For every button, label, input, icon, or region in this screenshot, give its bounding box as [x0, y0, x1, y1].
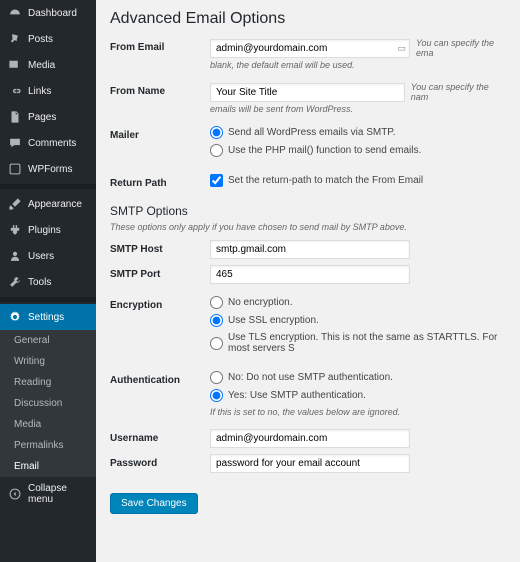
page-title: Advanced Email Options — [110, 10, 506, 28]
media-icon — [8, 58, 22, 72]
brush-icon — [8, 197, 22, 211]
auth-label: Authentication — [110, 371, 210, 386]
sidebar-item-settings[interactable]: Settings — [0, 304, 96, 330]
encryption-opt2: Use SSL encryption. — [228, 315, 319, 326]
mailer-opt1: Send all WordPress emails via SMTP. — [228, 127, 395, 138]
mailer-smtp-radio[interactable] — [210, 126, 223, 139]
sidebar-label: Dashboard — [28, 8, 77, 19]
link-icon — [8, 84, 22, 98]
sidebar-label: Settings — [28, 312, 64, 323]
encryption-ssl-radio[interactable] — [210, 314, 223, 327]
encryption-label: Encryption — [110, 296, 210, 311]
mailer-label: Mailer — [110, 126, 210, 141]
contact-icon: ▭ — [397, 43, 406, 54]
mailer-php-radio[interactable] — [210, 144, 223, 157]
sidebar-label: Posts — [28, 34, 53, 45]
auth-no-radio[interactable] — [210, 371, 223, 384]
from-name-label: From Name — [110, 82, 210, 97]
sidebar-item-appearance[interactable]: Appearance — [0, 191, 96, 217]
encryption-opt3: Use TLS encryption. This is not the same… — [228, 332, 506, 354]
comment-icon — [8, 136, 22, 150]
submenu-item-reading[interactable]: Reading — [0, 372, 96, 393]
sidebar-label: Plugins — [28, 225, 61, 236]
return-path-label: Return Path — [110, 174, 210, 189]
sidebar-item-plugins[interactable]: Plugins — [0, 217, 96, 243]
auth-note: If this is set to no, the values below a… — [210, 407, 506, 417]
settings-submenu: GeneralWritingReadingDiscussionMediaPerm… — [0, 330, 96, 477]
collapse-label: Collapse menu — [28, 483, 88, 505]
submenu-item-permalinks[interactable]: Permalinks — [0, 435, 96, 456]
auth-opt1: No: Do not use SMTP authentication. — [228, 372, 393, 383]
save-changes-button[interactable]: Save Changes — [110, 493, 198, 514]
from-email-side: You can specify the ema — [416, 38, 506, 58]
smtp-port-input[interactable] — [210, 265, 410, 284]
from-name-side: You can specify the nam — [411, 82, 506, 102]
from-name-input[interactable] — [210, 83, 405, 102]
encryption-none-radio[interactable] — [210, 296, 223, 309]
sidebar-label: Comments — [28, 138, 76, 149]
menu-separator — [0, 184, 96, 189]
encryption-tls-radio[interactable] — [210, 337, 223, 350]
menu-separator — [0, 297, 96, 302]
tools-icon — [8, 275, 22, 289]
sidebar-item-wpforms[interactable]: WPForms — [0, 156, 96, 182]
from-email-note: blank, the default email will be used. — [210, 60, 506, 70]
dashboard-icon — [8, 6, 22, 20]
smtp-host-label: SMTP Host — [110, 240, 210, 255]
username-label: Username — [110, 429, 210, 444]
submenu-item-email[interactable]: Email — [0, 456, 96, 477]
mailer-opt2: Use the PHP mail() function to send emai… — [228, 145, 421, 156]
form-icon — [8, 162, 22, 176]
from-email-label: From Email — [110, 38, 210, 53]
main-content: Advanced Email Options From Email ▭ You … — [96, 0, 520, 562]
sidebar-label: WPForms — [28, 164, 72, 175]
users-icon — [8, 249, 22, 263]
sidebar-label: Media — [28, 60, 55, 71]
plugin-icon — [8, 223, 22, 237]
sidebar-label: Users — [28, 251, 54, 262]
pin-icon — [8, 32, 22, 46]
sidebar-label: Links — [28, 86, 51, 97]
sidebar-item-comments[interactable]: Comments — [0, 130, 96, 156]
sidebar-item-users[interactable]: Users — [0, 243, 96, 269]
return-path-opt: Set the return-path to match the From Em… — [228, 175, 423, 186]
smtp-host-input[interactable] — [210, 240, 410, 259]
sidebar-label: Appearance — [28, 199, 82, 210]
auth-opt2: Yes: Use SMTP authentication. — [228, 390, 366, 401]
settings-icon — [8, 310, 22, 324]
sidebar-item-pages[interactable]: Pages — [0, 104, 96, 130]
smtp-options-title: SMTP Options — [110, 204, 506, 218]
username-input[interactable] — [210, 429, 410, 448]
submenu-item-general[interactable]: General — [0, 330, 96, 351]
password-label: Password — [110, 454, 210, 469]
sidebar-item-dashboard[interactable]: Dashboard — [0, 0, 96, 26]
submenu-item-media[interactable]: Media — [0, 414, 96, 435]
collapse-icon — [8, 487, 22, 501]
sidebar-item-links[interactable]: Links — [0, 78, 96, 104]
admin-sidebar: Dashboard Posts Media Links Pages Comments WPF… — [0, 0, 96, 562]
password-input[interactable] — [210, 454, 410, 473]
auth-yes-radio[interactable] — [210, 389, 223, 402]
page-icon — [8, 110, 22, 124]
submenu-item-discussion[interactable]: Discussion — [0, 393, 96, 414]
sidebar-item-tools[interactable]: Tools — [0, 269, 96, 295]
sidebar-label: Pages — [28, 112, 56, 123]
sidebar-item-posts[interactable]: Posts — [0, 26, 96, 52]
smtp-desc: These options only apply if you have cho… — [110, 222, 506, 232]
from-email-input[interactable] — [210, 39, 410, 58]
collapse-menu[interactable]: Collapse menu — [0, 477, 96, 511]
sidebar-item-media[interactable]: Media — [0, 52, 96, 78]
return-path-checkbox[interactable] — [210, 174, 223, 187]
smtp-port-label: SMTP Port — [110, 265, 210, 280]
sidebar-label: Tools — [28, 277, 51, 288]
encryption-opt1: No encryption. — [228, 297, 292, 308]
submenu-item-writing[interactable]: Writing — [0, 351, 96, 372]
from-name-note: emails will be sent from WordPress. — [210, 104, 506, 114]
